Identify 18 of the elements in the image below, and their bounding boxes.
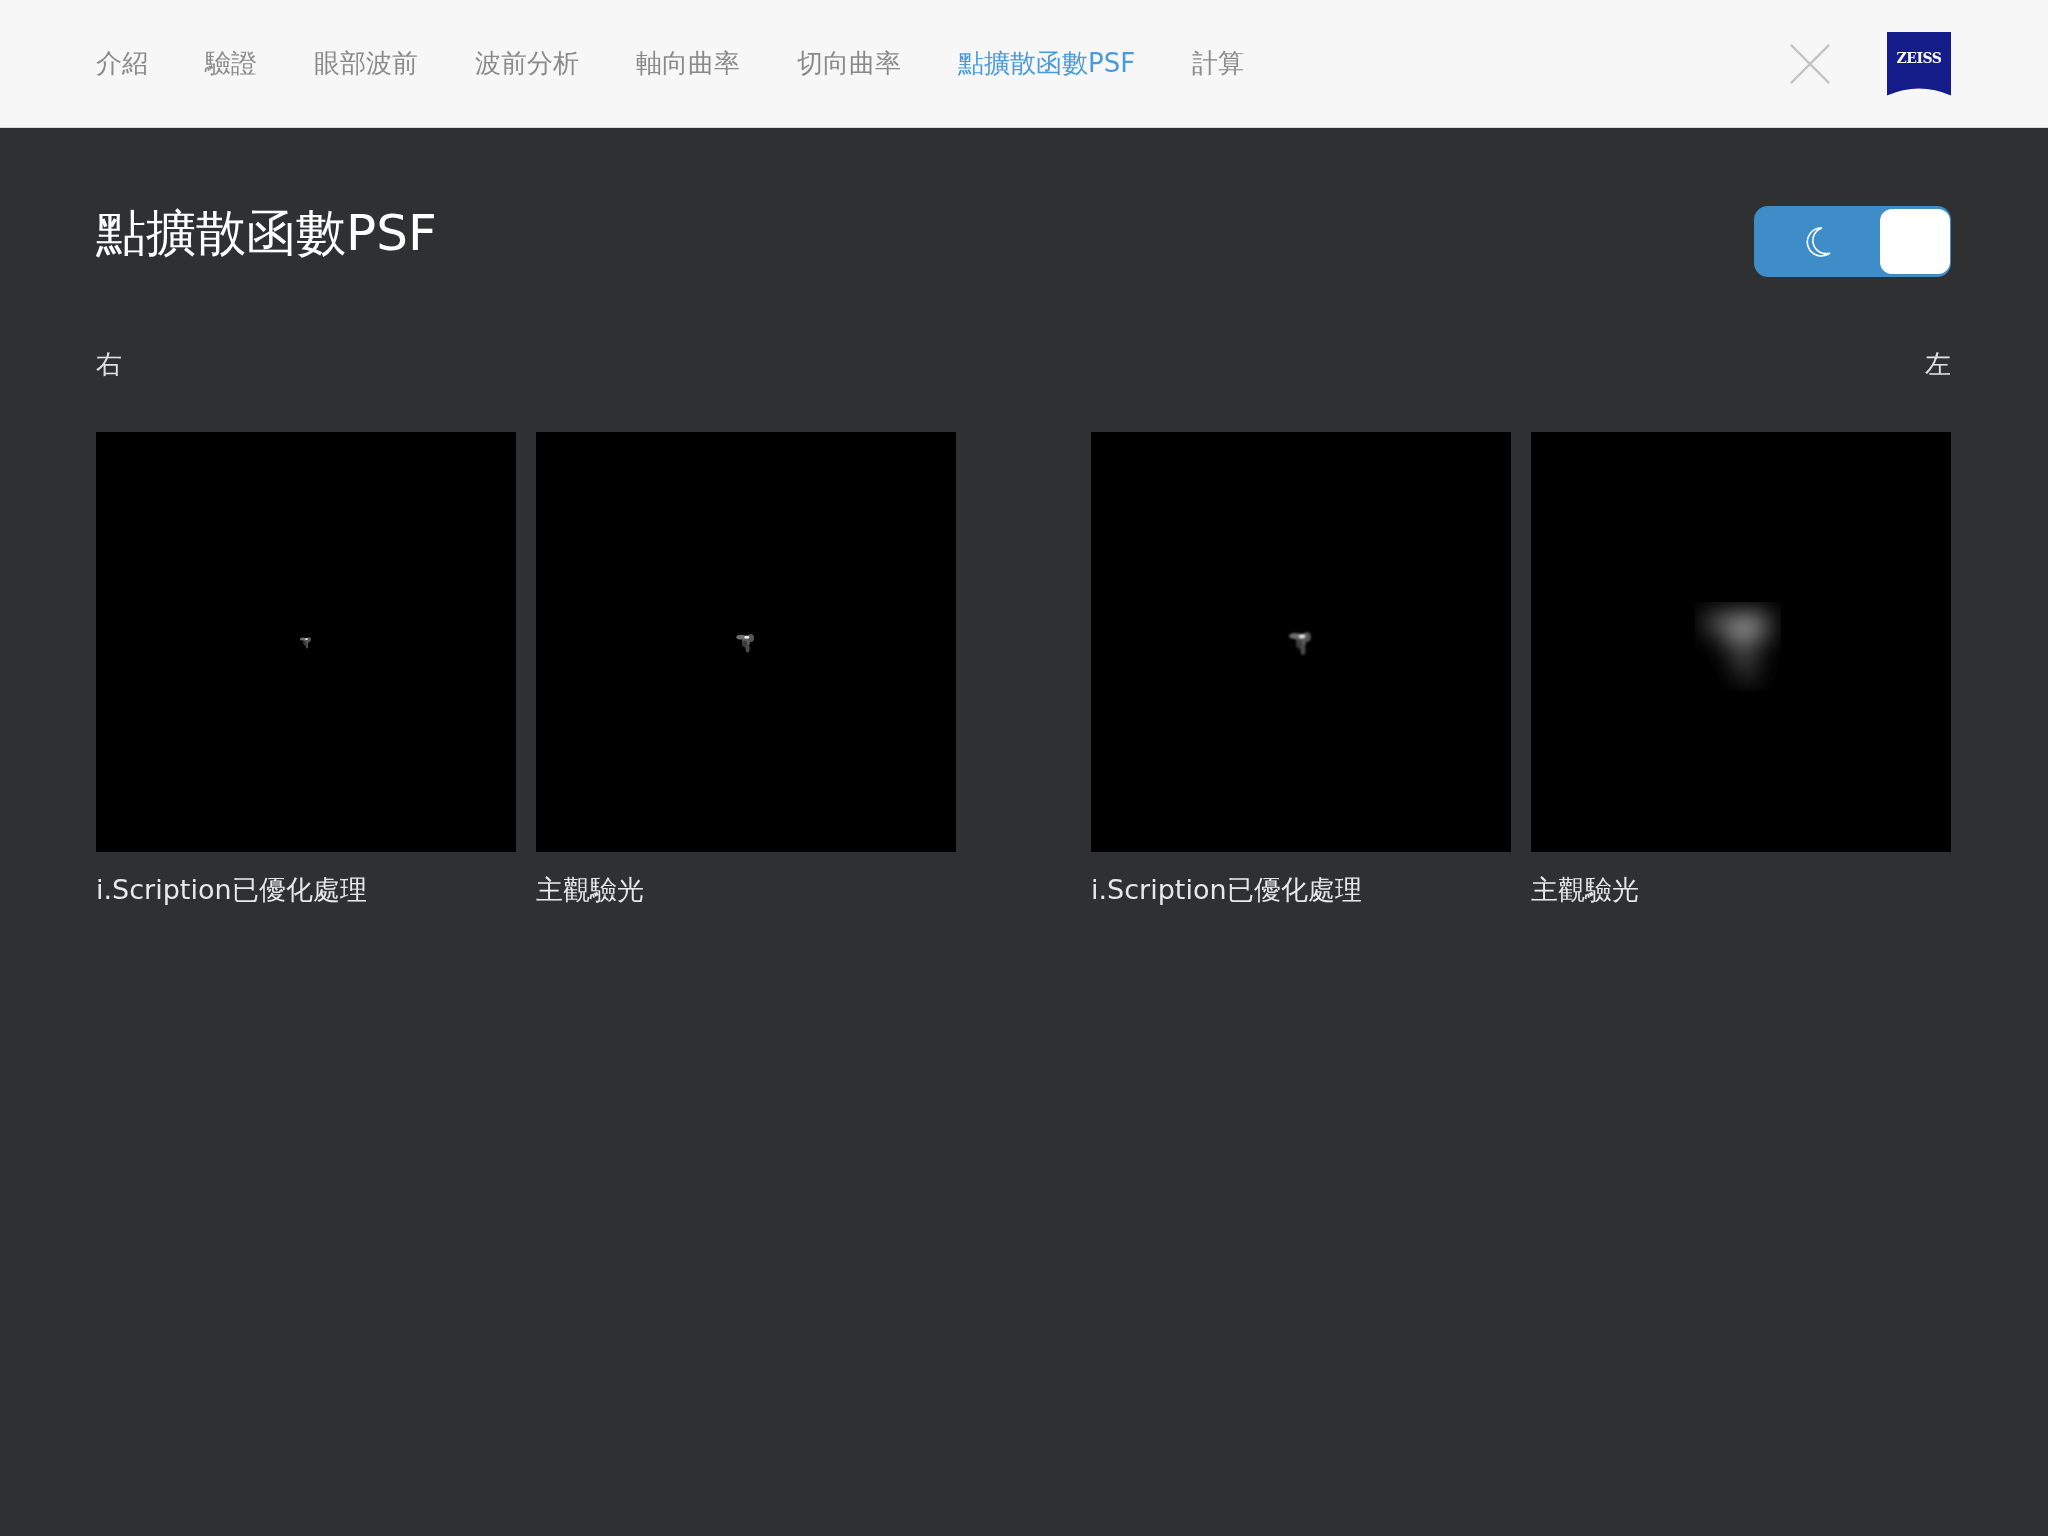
nav-tab[interactable]: 驗證 bbox=[205, 46, 257, 81]
image-caption: 主觀驗光 bbox=[1531, 873, 1640, 907]
page-title: 點擴散函數PSF bbox=[96, 203, 437, 264]
nav-tab[interactable]: 切向曲率 bbox=[797, 46, 901, 81]
nav-tab[interactable]: 介紹 bbox=[96, 46, 148, 81]
nav-tab[interactable]: 計算 bbox=[1192, 46, 1245, 81]
eye-label: 右 bbox=[96, 348, 123, 381]
nav-tab[interactable]: 軸向曲率 bbox=[636, 46, 740, 81]
dark-mode-toggle[interactable] bbox=[1754, 206, 1951, 277]
toggle-knob[interactable] bbox=[1880, 209, 1950, 274]
nav-tab[interactable]: 眼部波前 bbox=[314, 46, 418, 81]
image-caption: i.Scription已優化處理 bbox=[1091, 873, 1363, 907]
eye-label: 左 bbox=[1925, 348, 1951, 381]
nav-tab[interactable]: 點擴散函數PSF bbox=[958, 46, 1136, 81]
image-caption: i.Scription已優化處理 bbox=[96, 873, 368, 907]
logo: ZEISS bbox=[1887, 31, 1951, 96]
image-caption: 主觀驗光 bbox=[536, 873, 645, 907]
nav-tab[interactable]: 波前分析 bbox=[475, 46, 579, 81]
